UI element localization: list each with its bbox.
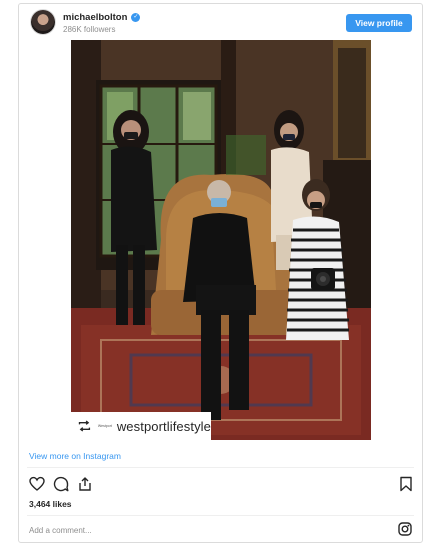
divider [27,515,414,516]
view-more-link[interactable]: View more on Instagram [29,451,121,461]
comment-icon[interactable] [53,476,69,492]
post-header: michaelbolton ✓ 286K followers View prof… [19,4,422,40]
comment-input[interactable] [29,523,329,537]
post-photo[interactable] [71,40,371,440]
follower-count: 286K followers [63,25,116,34]
instagram-embed-card: michaelbolton ✓ 286K followers View prof… [18,3,423,543]
heart-icon[interactable] [29,476,45,492]
username-row: michaelbolton ✓ [63,12,141,23]
repost-attribution[interactable]: Westport westportlifestyle [71,412,211,440]
avatar[interactable] [31,10,55,34]
instagram-logo-icon[interactable] [398,522,412,536]
view-profile-button[interactable]: View profile [346,14,412,32]
repost-handle: westportlifestyle [116,418,211,434]
like-count[interactable]: 3,464 likes [29,499,72,509]
repost-icon [78,420,91,432]
westport-logo: Westport [97,424,112,428]
share-icon[interactable] [77,476,93,492]
username[interactable]: michaelbolton [63,12,127,23]
bookmark-icon[interactable] [398,476,414,492]
action-bar [29,476,414,494]
verified-badge-icon: ✓ [131,13,141,22]
divider [27,467,414,468]
